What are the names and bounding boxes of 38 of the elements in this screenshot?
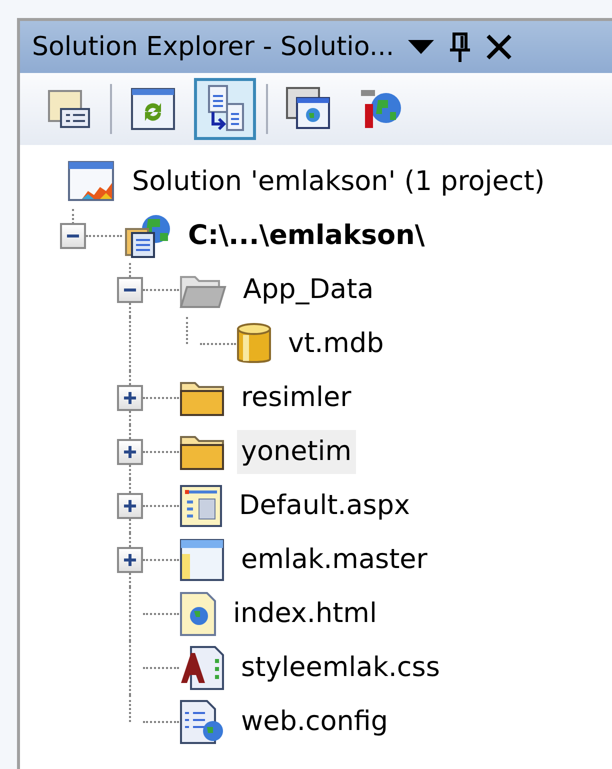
- tree-item[interactable]: emlak.master: [237, 538, 432, 582]
- folder-icon: [179, 433, 225, 471]
- form-page-icon: [179, 484, 223, 528]
- expand-toggle[interactable]: [117, 493, 143, 519]
- dropdown-icon[interactable]: [408, 40, 434, 54]
- tree-item[interactable]: styleemlak.css: [237, 646, 444, 690]
- tree-item[interactable]: vt.mdb: [284, 322, 388, 366]
- plus-icon: [123, 445, 137, 459]
- collapse-toggle[interactable]: [117, 277, 143, 303]
- web-project-icon: [122, 213, 172, 259]
- properties-icon: [47, 87, 91, 131]
- globe-page-icon: [179, 591, 217, 637]
- expand-toggle[interactable]: [117, 547, 143, 573]
- plus-icon: [123, 499, 137, 513]
- solution-icon: [68, 161, 116, 203]
- tree-item[interactable]: C:\...\emlakson\: [184, 214, 429, 258]
- expand-toggle[interactable]: [117, 385, 143, 411]
- expand-toggle[interactable]: [117, 439, 143, 465]
- collapse-toggle[interactable]: [60, 223, 86, 249]
- plus-icon: [123, 553, 137, 567]
- tree-item[interactable]: index.html: [229, 592, 381, 636]
- window-page-icon: [179, 538, 225, 582]
- tree-item[interactable]: App_Data: [239, 268, 378, 312]
- refresh-icon: [130, 87, 176, 131]
- tree-item[interactable]: web.config: [237, 700, 392, 744]
- window-title: Solution Explorer - Solutio...: [32, 30, 394, 64]
- tree-item[interactable]: resimler: [237, 376, 356, 420]
- close-icon[interactable]: [486, 34, 512, 60]
- config-page-icon: [179, 699, 225, 745]
- folder-icon: [179, 379, 225, 417]
- tree-item[interactable]: Default.aspx: [235, 484, 414, 528]
- toolbar-button[interactable]: [194, 78, 256, 140]
- plus-icon: [123, 391, 137, 405]
- stylesheet-icon: [179, 645, 225, 691]
- window-globe-icon: [285, 86, 333, 132]
- pin-icon[interactable]: [448, 32, 472, 62]
- tree-item[interactable]: Solution 'emlakson' (1 project): [128, 160, 549, 204]
- tree-item[interactable]: yonetim: [237, 430, 356, 474]
